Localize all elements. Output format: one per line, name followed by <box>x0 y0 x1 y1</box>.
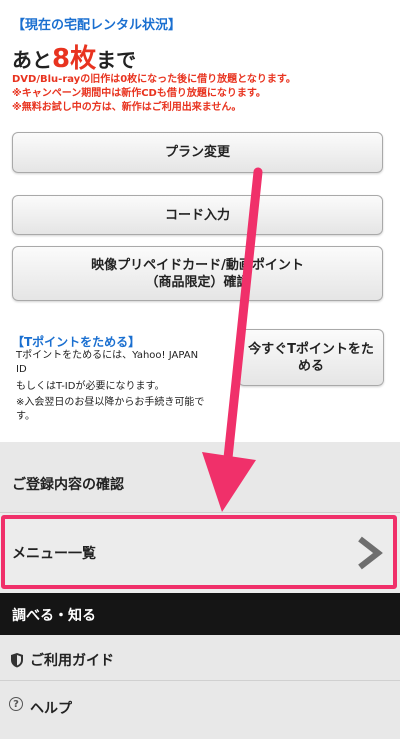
code-input-button[interactable]: コード入力 <box>12 195 383 235</box>
question-circle-icon: ? <box>9 697 23 711</box>
tpoint-description: ※入会翌日のお昼以降からお手続き可能で <box>16 397 205 408</box>
rental-note: DVD/Blu-rayの旧作は0枚になった後に借り放題となります。 <box>12 74 296 85</box>
rental-note: ※キャンペーン期間中は新作CDも借り放題になります。 <box>12 88 266 99</box>
plan-change-label: プラン変更 <box>164 145 230 160</box>
video-prepaid-label-line1: 映像プリペイドカード/動画ポイント <box>91 257 304 273</box>
confirm-registration-item[interactable]: ご登録内容の確認 <box>0 460 400 506</box>
help-label: ヘルプ <box>30 701 72 717</box>
tpoint-description: Tポイントをためるには、Yahoo! JAPAN <box>16 350 199 361</box>
tpoint-description: す。 <box>16 411 35 422</box>
rental-note: ※無料お試し中の方は、新作はご利用出来ません。 <box>12 102 242 113</box>
tpoint-join-label-line1: 今すぐTポイントをた <box>248 341 374 357</box>
guide-item[interactable]: ご利用ガイド <box>0 635 400 681</box>
plan-change-button[interactable]: プラン変更 <box>12 132 383 173</box>
menu-highlight-box <box>1 515 397 589</box>
help-item[interactable]: ? ヘルプ <box>0 681 400 731</box>
remaining-suffix: まで <box>96 48 137 72</box>
tpoint-description: もしくはT-IDが必要になります。 <box>16 381 165 392</box>
section-header-label: 調べる・知る <box>12 608 96 624</box>
guide-label: ご利用ガイド <box>30 653 114 669</box>
tpoint-description: ID <box>16 364 27 375</box>
rental-status-title: 【現在の宅配レンタル状況】 <box>12 18 182 33</box>
tpoint-join-label-line2: める <box>297 358 324 374</box>
section-header: 調べる・知る <box>0 593 400 635</box>
remaining-prefix: あと <box>12 48 52 72</box>
confirm-registration-label: ご登録内容の確認 <box>12 477 124 493</box>
video-prepaid-button[interactable]: 映像プリペイドカード/動画ポイント （商品限定）確認 <box>12 246 383 301</box>
tpoint-title: 【Tポイントをためる】 <box>12 335 141 349</box>
tpoint-join-button[interactable]: 今すぐTポイントをた める <box>238 329 384 386</box>
shield-icon <box>11 653 23 668</box>
video-prepaid-label-line2: （商品限定）確認 <box>145 274 250 290</box>
code-input-label: コード入力 <box>164 207 230 223</box>
